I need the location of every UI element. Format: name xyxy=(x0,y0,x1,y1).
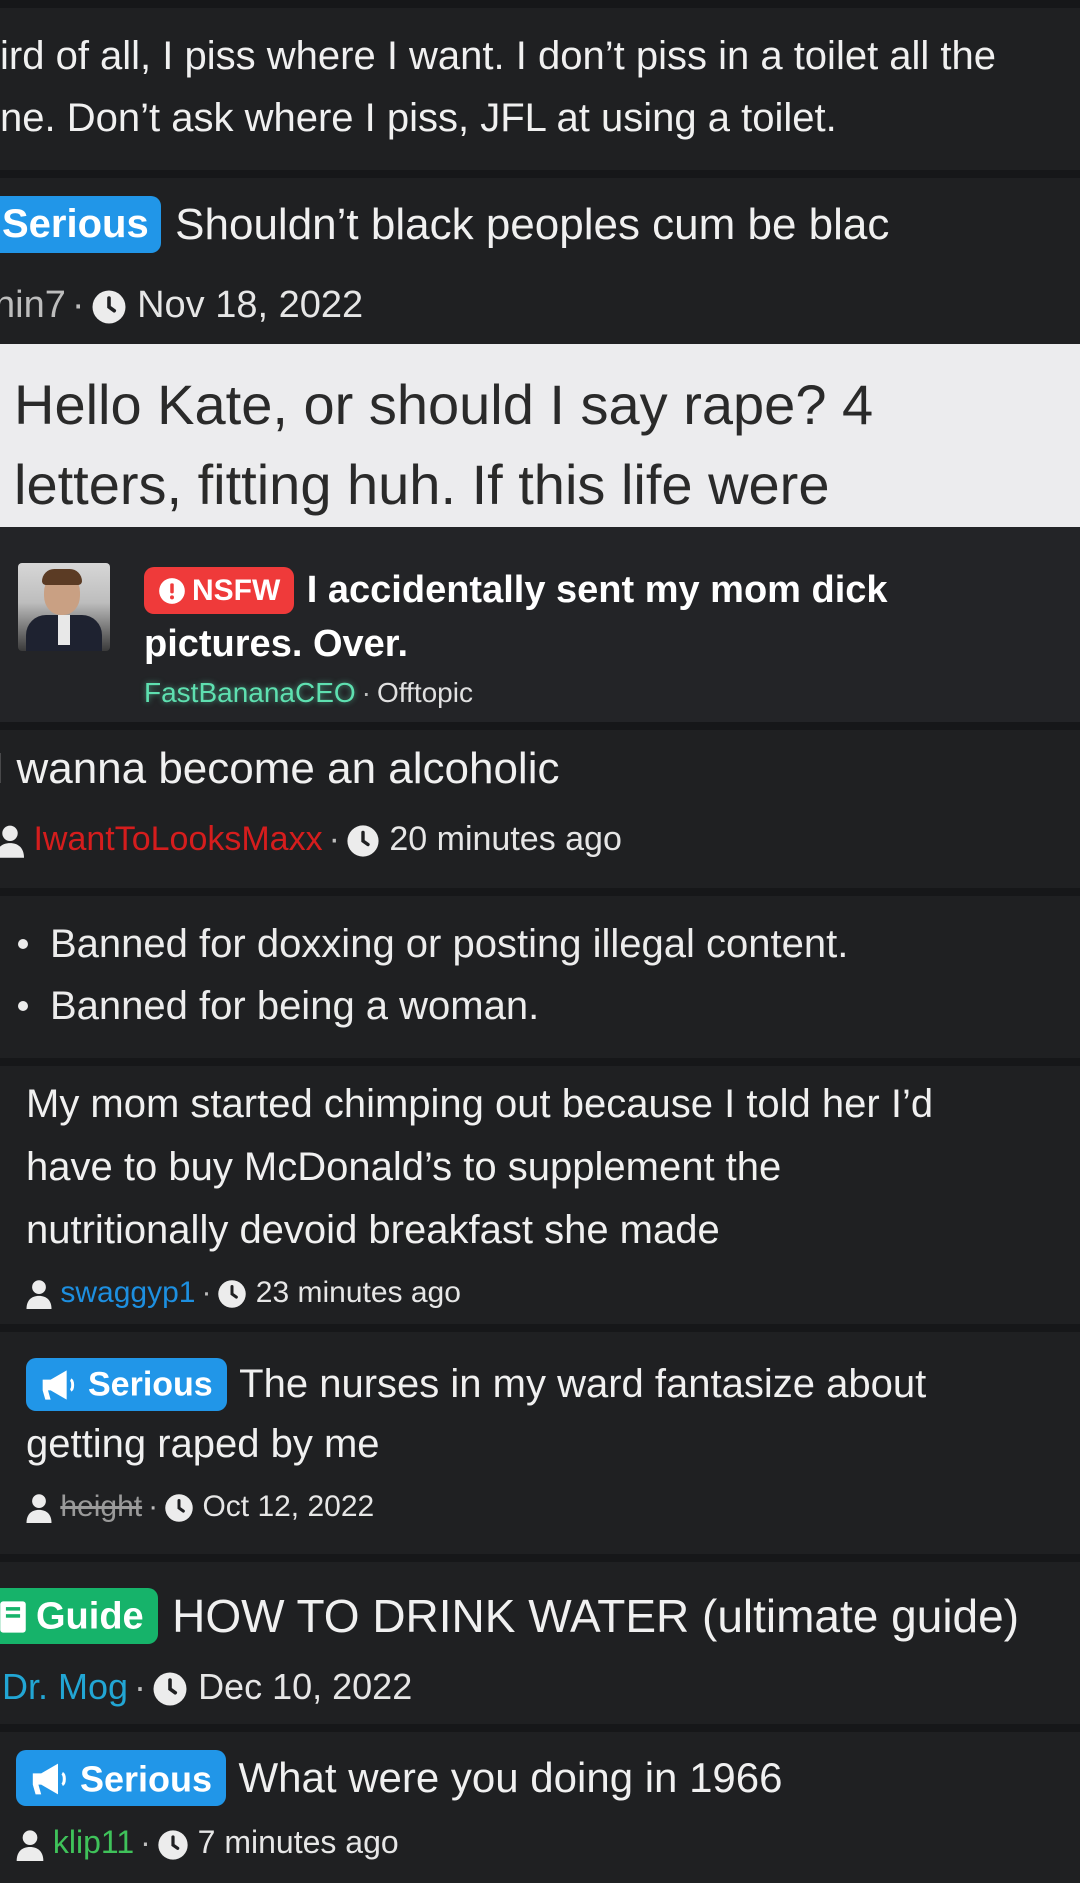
megaphone-icon xyxy=(42,1370,75,1400)
author-link[interactable]: swaggyp1 xyxy=(60,1276,195,1309)
thread-title-row: Serious What were you doing in 1966 xyxy=(16,1750,783,1807)
thread-meta: nin7 · Nov 18, 2022 xyxy=(0,284,363,327)
thread-item-guide[interactable]: Guide HOW TO DRINK WATER (ultimate guide… xyxy=(0,1562,1080,1724)
thread-date: Nov 18, 2022 xyxy=(137,284,364,326)
guide-tag: Guide xyxy=(0,1588,158,1645)
thread-title-line-1[interactable]: My mom started chimping out because I to… xyxy=(26,1082,933,1127)
author-link[interactable]: FastBananaCEO xyxy=(144,677,356,708)
author-link[interactable]: IwantToLooksMaxx xyxy=(33,820,322,858)
clock-icon xyxy=(158,1829,188,1860)
user-icon xyxy=(16,1829,44,1861)
serious-tag: Serious xyxy=(0,196,161,253)
image-text-line-1: Hello Kate, or should I say rape? 4 xyxy=(14,373,874,436)
author-link[interactable]: Dr. Mog xyxy=(2,1666,128,1707)
thread-date: Dec 10, 2022 xyxy=(198,1666,413,1707)
guide-tag-label: Guide xyxy=(36,1595,144,1638)
clock-icon xyxy=(92,290,125,324)
post-snippet-line-1: ird of all, I piss where I want. I don’t… xyxy=(0,34,997,78)
serious-tag-label: Serious xyxy=(80,1758,213,1800)
author-link[interactable]: nin7 xyxy=(0,284,66,326)
thread-meta: swaggyp1 · 23 minutes ago xyxy=(26,1276,461,1310)
list-item: Banned for doxxing or posting illegal co… xyxy=(18,920,848,967)
post-snippet-line-2: ne. Don’t ask where I piss, JFL at using… xyxy=(0,96,837,140)
thread-title[interactable]: HOW TO DRINK WATER (ultimate guide) xyxy=(172,1590,1019,1642)
bullet xyxy=(18,939,28,950)
thread-title-line-2[interactable]: pictures. Over. xyxy=(144,623,408,666)
list-item: Banned for being a woman. xyxy=(18,982,539,1029)
thread-meta: FastBananaCEO · Offtopic xyxy=(144,677,473,708)
avatar[interactable] xyxy=(18,563,110,651)
thread-title[interactable]: Shouldn’t black peoples cum be blac xyxy=(175,200,889,249)
serious-tag-label: Serious xyxy=(88,1365,213,1404)
clock-icon xyxy=(153,1672,187,1706)
author-link[interactable]: klip11 xyxy=(53,1824,134,1860)
clock-icon xyxy=(347,825,379,857)
list-item-text: Banned for doxxing or posting illegal co… xyxy=(50,921,849,966)
clock-icon xyxy=(165,1494,193,1522)
thread-title[interactable]: I wanna become an alcoholic xyxy=(0,744,559,794)
megaphone-icon xyxy=(32,1764,66,1795)
forum-link[interactable]: Offtopic xyxy=(377,677,473,708)
thread-title-row: NSFW I accidentally sent my mom dick xyxy=(144,567,888,615)
embedded-text-image: Hello Kate, or should I say rape? 4 lett… xyxy=(0,344,1080,527)
bullet xyxy=(18,1001,28,1012)
thread-meta: klip11 · 7 minutes ago xyxy=(16,1824,399,1861)
warning-icon xyxy=(159,578,185,604)
thread-meta: IwantToLooksMaxx · 20 minutes ago xyxy=(0,820,622,859)
user-icon xyxy=(26,1494,52,1524)
clock-icon xyxy=(218,1280,247,1308)
thread-item-alcoholic[interactable]: I wanna become an alcoholic IwantToLooks… xyxy=(0,730,1080,888)
thread-item-mcdonalds[interactable]: My mom started chimping out because I to… xyxy=(0,1066,1080,1324)
post-snippet-piss[interactable]: ird of all, I piss where I want. I don’t… xyxy=(0,8,1080,170)
ban-reasons-list: Banned for doxxing or posting illegal co… xyxy=(0,896,1080,1058)
thread-time: 7 minutes ago xyxy=(197,1824,399,1860)
thread-item-nsfw[interactable]: NSFW I accidentally sent my mom dick pic… xyxy=(0,527,1080,722)
nsfw-tag-label: NSFW xyxy=(192,574,281,608)
thread-item-black-peoples[interactable]: Serious Shouldn’t black peoples cum be b… xyxy=(0,178,1080,344)
thread-meta: Dr. Mog · Dec 10, 2022 xyxy=(2,1666,413,1707)
thread-title-line-2[interactable]: getting raped by me xyxy=(26,1422,380,1467)
thread-title-line-1[interactable]: I accidentally sent my mom dick xyxy=(307,569,888,611)
thread-time: 23 minutes ago xyxy=(255,1276,461,1309)
thread-title[interactable]: What were you doing in 1966 xyxy=(239,1754,783,1801)
thread-title-line-3[interactable]: nutritionally devoid breakfast she made xyxy=(26,1208,720,1253)
serious-tag: Serious xyxy=(16,1750,227,1807)
thread-title-row: Guide HOW TO DRINK WATER (ultimate guide… xyxy=(0,1588,1019,1645)
thread-meta: height · Oct 12, 2022 xyxy=(26,1490,374,1524)
book-icon xyxy=(0,1601,26,1633)
thread-item-1966[interactable]: Serious What were you doing in 1966 klip… xyxy=(0,1732,1080,1883)
nsfw-tag: NSFW xyxy=(144,567,295,615)
thread-item-nurses[interactable]: Serious The nurses in my ward fantasize … xyxy=(0,1332,1080,1554)
author-link[interactable]: height xyxy=(60,1490,142,1523)
user-icon xyxy=(0,825,24,858)
thread-time: 20 minutes ago xyxy=(389,820,622,858)
user-icon xyxy=(26,1280,52,1310)
thread-date: Oct 12, 2022 xyxy=(202,1490,375,1523)
serious-tag: Serious xyxy=(26,1358,227,1411)
thread-title-row: Serious The nurses in my ward fantasize … xyxy=(26,1358,926,1411)
thread-title-row: Serious Shouldn’t black peoples cum be b… xyxy=(0,196,889,253)
thread-title-line-2[interactable]: have to buy McDonald’s to supplement the xyxy=(26,1145,781,1190)
list-item-text: Banned for being a woman. xyxy=(50,983,540,1028)
thread-title-line-1[interactable]: The nurses in my ward fantasize about xyxy=(239,1362,926,1406)
image-text-line-2: letters, fitting huh. If this life were xyxy=(14,453,830,516)
